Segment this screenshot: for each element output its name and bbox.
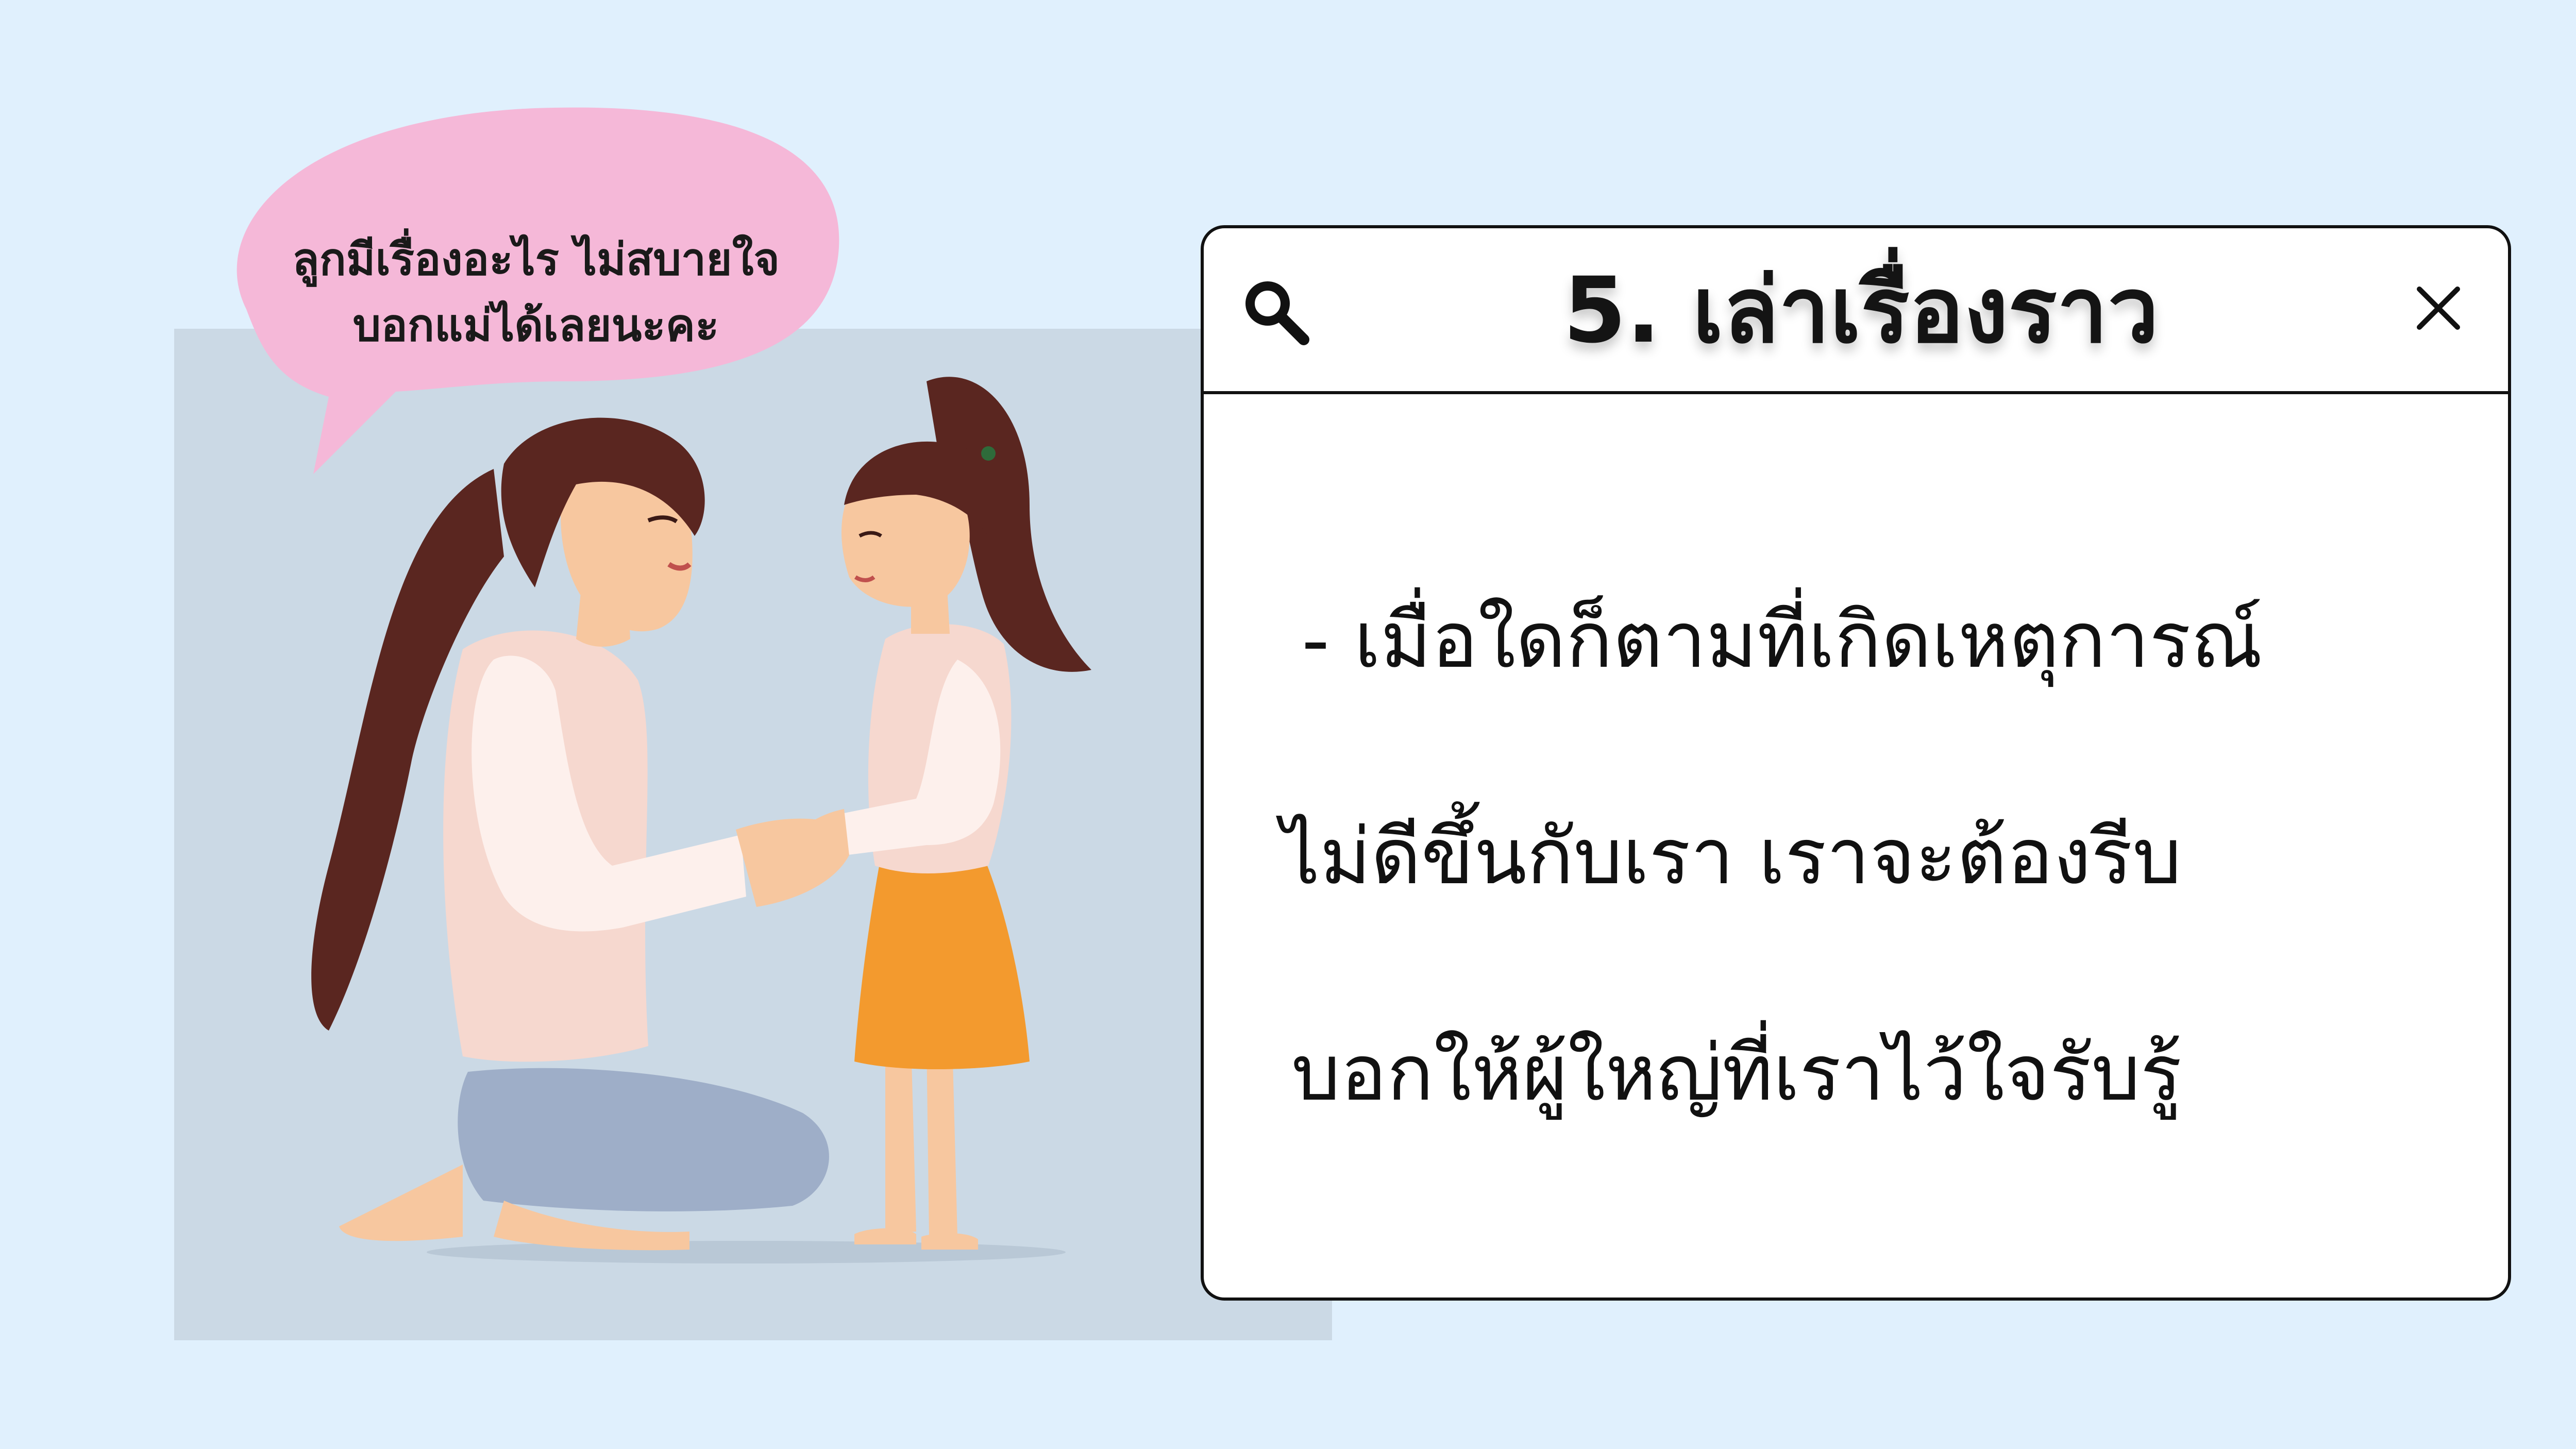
close-icon[interactable]: [2410, 280, 2467, 336]
body-line-1: - เมื่อใดก็ตามที่เกิดเหตุการณ์: [1302, 596, 2263, 685]
info-card: 5. เล่าเรื่องราว - เมื่อใดก็ตามที่เกิดเห…: [1201, 225, 2511, 1301]
body-line-3: บอกให้ผู้ใหญ่ที่เราไว้ใจรับรู้: [1291, 1029, 2182, 1118]
speech-bubble-text: ลูกมีเรื่องอะไร ไม่สบายใจ บอกแม่ได้เลยนะ…: [216, 227, 855, 359]
speech-bubble-line-1: ลูกมีเรื่องอะไร ไม่สบายใจ: [292, 234, 780, 285]
search-icon[interactable]: [1240, 276, 1312, 348]
card-header: 5. เล่าเรื่องราว: [1204, 228, 2508, 394]
body-line-2: ไม่ดีขึ้นกับเรา เราจะต้องรีบ: [1281, 812, 2182, 902]
card-title: 5. เล่าเรื่องราว: [1563, 258, 2159, 363]
card-body-text: - เมื่อใดก็ตามที่เกิดเหตุการณ์ ไม่ดีขึ้น…: [1281, 532, 2466, 1182]
speech-bubble-line-2: บอกแม่ได้เลยนะคะ: [352, 300, 719, 351]
